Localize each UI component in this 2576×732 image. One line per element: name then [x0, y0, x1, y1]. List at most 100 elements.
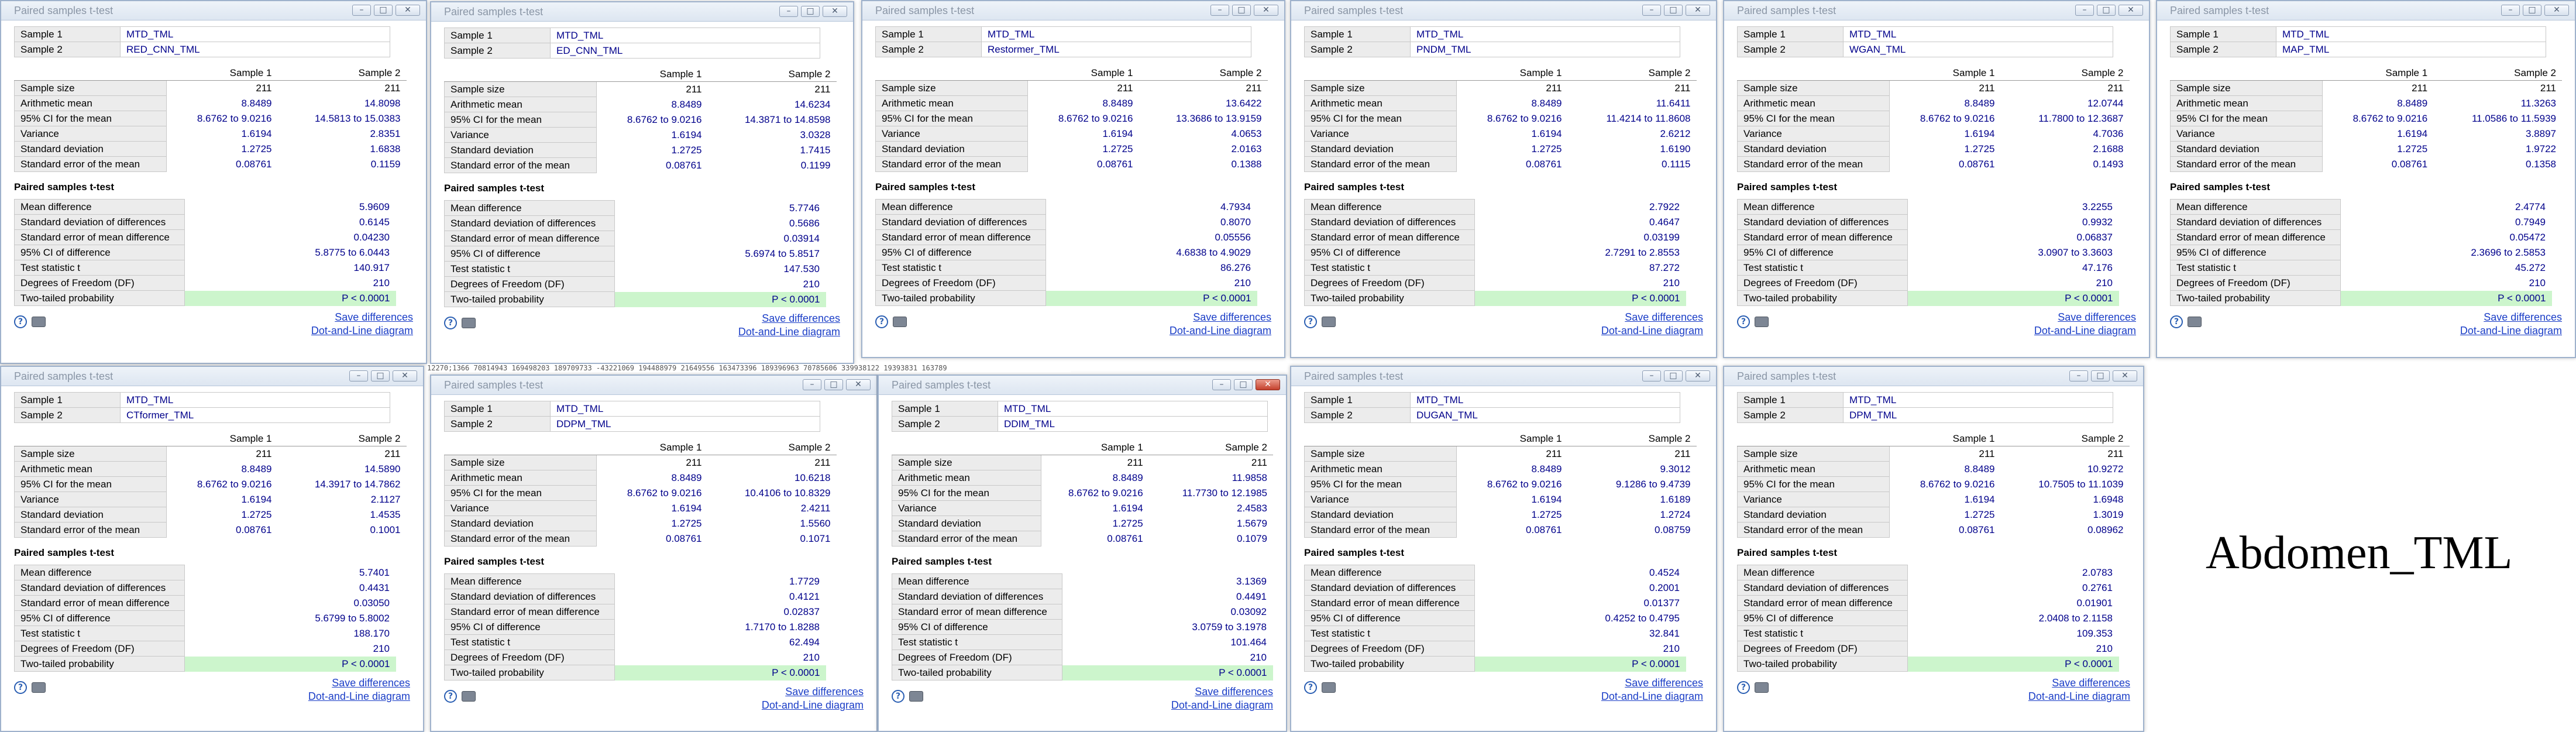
dot-and-line-link[interactable]: Dot-and-Line diagram — [308, 690, 410, 703]
close-button[interactable]: ✕ — [846, 379, 871, 390]
save-differences-link[interactable]: Save differences — [762, 685, 864, 699]
dot-and-line-link[interactable]: Dot-and-Line diagram — [2034, 324, 2136, 338]
maximize-button[interactable]: □ — [371, 370, 390, 382]
close-button[interactable]: ✕ — [2118, 5, 2143, 16]
dot-and-line-link[interactable]: Dot-and-Line diagram — [1170, 324, 1271, 338]
close-button[interactable]: ✕ — [1254, 5, 1278, 16]
printer-icon[interactable] — [1322, 317, 1336, 327]
save-differences-link[interactable]: Save differences — [311, 311, 413, 324]
window-titlebar[interactable]: Paired samples t-test – □ ✕ — [1724, 1, 2149, 20]
save-differences-link[interactable]: Save differences — [308, 676, 410, 690]
window-titlebar[interactable]: Paired samples t-test – □ ✕ — [879, 376, 1286, 395]
dot-and-line-link[interactable]: Dot-and-Line diagram — [2460, 324, 2562, 338]
sample2-row: Sample 2 WGAN_TML — [1737, 42, 2113, 57]
printer-icon[interactable] — [32, 682, 46, 693]
printer-icon[interactable] — [893, 317, 907, 327]
maximize-button[interactable]: □ — [1234, 379, 1253, 390]
close-button[interactable]: ✕ — [2544, 5, 2569, 16]
row-label: Standard deviation of differences — [444, 215, 615, 231]
help-icon[interactable]: ? — [1304, 681, 1317, 694]
window-titlebar[interactable]: Paired samples t-test – □ ✕ — [431, 2, 853, 22]
minimize-button[interactable]: – — [779, 6, 798, 17]
save-differences-link[interactable]: Save differences — [1601, 311, 1703, 324]
minimize-button[interactable]: – — [2075, 5, 2094, 16]
help-icon[interactable]: ? — [1737, 681, 1750, 694]
minimize-button[interactable]: – — [349, 370, 368, 382]
dot-and-line-link[interactable]: Dot-and-Line diagram — [2028, 690, 2130, 703]
help-icon[interactable]: ? — [875, 315, 888, 328]
printer-icon[interactable] — [462, 691, 476, 702]
minimize-button[interactable]: – — [2069, 370, 2088, 382]
minimize-button[interactable]: – — [1212, 379, 1231, 390]
save-differences-link[interactable]: Save differences — [1171, 685, 1273, 699]
close-button[interactable]: ✕ — [1256, 379, 1280, 390]
sample1-value: MTD_TML — [1410, 392, 1680, 408]
help-icon[interactable]: ? — [1304, 315, 1317, 328]
minimize-button[interactable]: – — [1642, 370, 1661, 382]
printer-icon[interactable] — [909, 691, 923, 702]
printer-icon[interactable] — [1322, 682, 1336, 693]
minimize-button[interactable]: – — [803, 379, 821, 390]
df-row: Degrees of Freedom (DF) 210 — [892, 649, 1273, 665]
save-differences-link[interactable]: Save differences — [2028, 676, 2130, 690]
printer-icon[interactable] — [1755, 317, 1769, 327]
dot-and-line-link[interactable]: Dot-and-Line diagram — [311, 324, 413, 338]
window-titlebar[interactable]: Paired samples t-test – □ ✕ — [2157, 1, 2575, 20]
window-titlebar[interactable]: Paired samples t-test – □ ✕ — [1724, 367, 2143, 386]
minimize-button[interactable]: – — [1642, 5, 1661, 16]
save-differences-link[interactable]: Save differences — [738, 312, 840, 325]
save-differences-link[interactable]: Save differences — [2034, 311, 2136, 324]
maximize-button[interactable]: □ — [824, 379, 843, 390]
printer-icon[interactable] — [32, 317, 46, 327]
dot-and-line-link[interactable]: Dot-and-Line diagram — [1171, 699, 1273, 712]
printer-icon[interactable] — [1755, 682, 1769, 693]
close-button[interactable]: ✕ — [395, 5, 420, 16]
maximize-button[interactable]: □ — [2523, 5, 2541, 16]
maximize-button[interactable]: □ — [1664, 5, 1683, 16]
df-row: Degrees of Freedom (DF) 210 — [875, 275, 1257, 291]
dot-and-line-link[interactable]: Dot-and-Line diagram — [738, 325, 840, 339]
sem-2: 0.1079 — [1237, 532, 1267, 544]
df-row: Degrees of Freedom (DF) 210 — [2170, 275, 2552, 291]
mean-row: Arithmetic mean 8.8489 14.8098 — [14, 95, 407, 111]
dot-and-line-link[interactable]: Dot-and-Line diagram — [1601, 324, 1703, 338]
close-button[interactable]: ✕ — [2113, 370, 2137, 382]
printer-icon[interactable] — [2188, 317, 2202, 327]
row-label: Arithmetic mean — [891, 470, 1042, 486]
help-icon[interactable]: ? — [444, 690, 457, 703]
window-titlebar[interactable]: Paired samples t-test – □ ✕ — [1, 1, 426, 20]
close-button[interactable]: ✕ — [1686, 370, 1710, 382]
printer-icon[interactable] — [462, 318, 476, 328]
minimize-button[interactable]: – — [1210, 5, 1229, 16]
window-titlebar[interactable]: Paired samples t-test – □ ✕ — [862, 1, 1284, 20]
window-titlebar[interactable]: Paired samples t-test – □ ✕ — [1291, 1, 1716, 20]
maximize-button[interactable]: □ — [1664, 370, 1683, 382]
sample1-value: MTD_TML — [981, 26, 1251, 42]
close-button[interactable]: ✕ — [1686, 5, 1710, 16]
help-icon[interactable]: ? — [2170, 315, 2183, 328]
maximize-button[interactable]: □ — [801, 6, 820, 17]
dot-and-line-link[interactable]: Dot-and-Line diagram — [762, 699, 864, 712]
window-titlebar[interactable]: Paired samples t-test – □ ✕ — [1291, 367, 1716, 386]
sample-size-2: 211 — [814, 83, 831, 95]
save-differences-link[interactable]: Save differences — [1170, 311, 1271, 324]
window-titlebar[interactable]: Paired samples t-test – □ ✕ — [431, 376, 876, 395]
maximize-button[interactable]: □ — [374, 5, 393, 16]
maximize-button[interactable]: □ — [1232, 5, 1251, 16]
help-icon[interactable]: ? — [892, 690, 904, 703]
row-label: Arithmetic mean — [1737, 461, 1890, 477]
dot-and-line-link[interactable]: Dot-and-Line diagram — [1601, 690, 1703, 703]
help-icon[interactable]: ? — [14, 681, 27, 694]
help-icon[interactable]: ? — [14, 315, 27, 328]
save-differences-link[interactable]: Save differences — [2460, 311, 2562, 324]
close-button[interactable]: ✕ — [823, 6, 847, 17]
maximize-button[interactable]: □ — [2097, 5, 2116, 16]
minimize-button[interactable]: – — [2501, 5, 2520, 16]
save-differences-link[interactable]: Save differences — [1601, 676, 1703, 690]
close-button[interactable]: ✕ — [393, 370, 417, 382]
maximize-button[interactable]: □ — [2091, 370, 2110, 382]
minimize-button[interactable]: – — [352, 5, 371, 16]
help-icon[interactable]: ? — [1737, 315, 1750, 328]
window-titlebar[interactable]: Paired samples t-test – □ ✕ — [1, 367, 423, 386]
help-icon[interactable]: ? — [444, 317, 457, 329]
